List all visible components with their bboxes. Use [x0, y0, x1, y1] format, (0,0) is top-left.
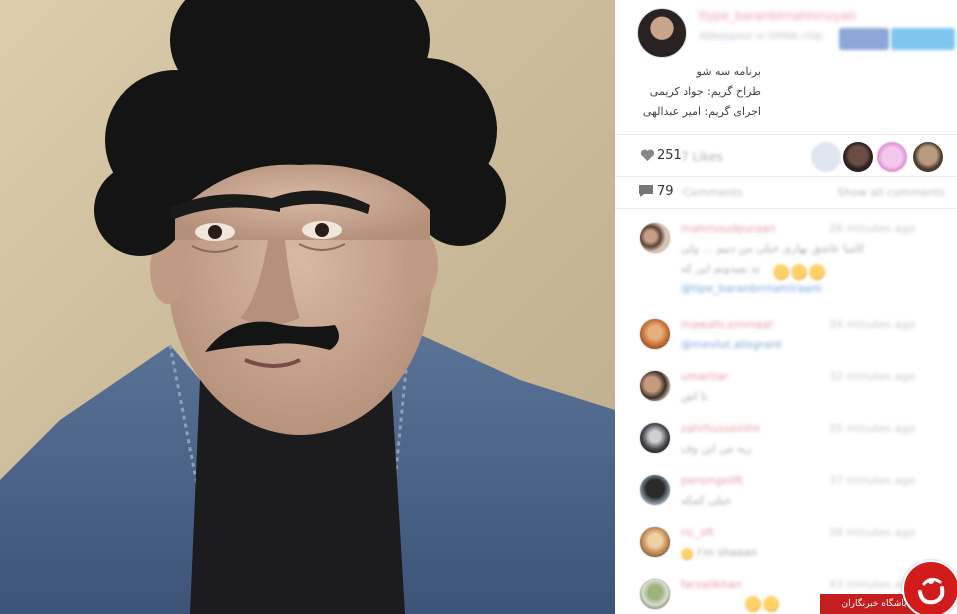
comment-username[interactable]: mawahi.emmaal	[681, 318, 772, 331]
commenter-avatar[interactable]	[639, 318, 671, 350]
commenter-avatar[interactable]	[639, 526, 671, 558]
author-username[interactable]: tlype_baranblrnahhirsiyan	[699, 9, 879, 23]
commenter-avatar[interactable]	[639, 474, 671, 506]
caption-line: اجرای گریم: امیر عبدالهی	[642, 105, 761, 118]
likes-row: 251 7 Likes	[615, 140, 957, 174]
comment-timestamp: 38 minutes ago	[829, 526, 915, 539]
comment-timestamp: 26 minutes ago	[829, 222, 915, 235]
divider	[615, 176, 957, 177]
twitter-share-button[interactable]	[891, 28, 955, 50]
comment-text: کامیا عاشق بهاری خیلی من دنیم ... ولی	[681, 242, 865, 255]
comment-timestamp: 34 minutes ago	[829, 318, 915, 331]
caption-line: طراح گریم: جواد کریمی	[649, 85, 761, 98]
comment-text: خیلی کمکه	[681, 494, 731, 507]
comments-label: Comments	[683, 186, 743, 199]
comments-count: 79	[657, 184, 674, 199]
comment-text: I'm shaaan	[697, 546, 758, 559]
post-photo[interactable]	[0, 0, 615, 614]
logo-glyph-icon	[918, 577, 945, 605]
comment-timestamp: 32 minutes ago	[829, 370, 915, 383]
liker-avatar[interactable]	[913, 142, 943, 172]
liker-avatar[interactable]	[877, 142, 907, 172]
post-caption: برنامه سه شو طراح گریم: جواد کریمی اجرای…	[615, 62, 761, 122]
author-avatar[interactable]	[637, 8, 687, 58]
commenter-avatar[interactable]	[639, 578, 671, 610]
likes-label: 7 Likes	[681, 150, 723, 164]
comment-text: نه نمیدونم این که	[681, 262, 761, 275]
comments-row: 79 Comments Show all comments	[615, 178, 957, 208]
emoji-icon	[681, 548, 693, 560]
portrait-illustration	[0, 0, 615, 614]
divider	[615, 208, 957, 209]
divider	[615, 134, 957, 135]
comment-text[interactable]: @mevlut.alisgrant	[681, 338, 782, 351]
comment-item: persingelift 37 minutes ago خیلی کمکه	[615, 474, 957, 518]
author-subline: Abbaspour sr OHNA chip	[699, 31, 823, 42]
comment-bubble-icon[interactable]	[638, 184, 654, 198]
emoji-icon	[809, 264, 825, 280]
comment-text: تا اش	[681, 390, 708, 403]
commenter-avatar[interactable]	[639, 222, 671, 254]
comment-item: mahmoudpuraan 26 minutes ago کامیا عاشق …	[615, 222, 957, 312]
comment-username[interactable]: farzalikhan	[681, 578, 742, 591]
facebook-share-button[interactable]	[839, 28, 889, 50]
comment-username[interactable]: persingelift	[681, 474, 743, 487]
comment-timestamp: 35 minutes ago	[829, 422, 915, 435]
instagram-post-view: tlype_baranblrnahhirsiyan Abbaspour sr O…	[0, 0, 957, 614]
comment-item: umartiar 32 minutes ago تا اش	[615, 370, 957, 414]
show-all-comments-link[interactable]: Show all comments	[837, 186, 945, 199]
comment-username[interactable]: zahrhusseinhii	[681, 422, 760, 435]
comment-username[interactable]: umartiar	[681, 370, 729, 383]
commenter-avatar[interactable]	[639, 370, 671, 402]
comment-text: زیه من این وف	[681, 442, 752, 455]
commenter-avatar[interactable]	[639, 422, 671, 454]
caption-line: برنامه سه شو	[696, 65, 761, 78]
liker-avatar[interactable]	[843, 142, 873, 172]
watermark-logo	[902, 560, 957, 614]
emoji-icon	[745, 596, 761, 612]
likes-count: 251	[657, 148, 682, 163]
liker-avatar[interactable]	[811, 142, 841, 172]
heart-icon[interactable]	[640, 148, 655, 162]
emoji-icon	[773, 264, 789, 280]
emoji-icon	[763, 596, 779, 612]
comment-timestamp: 37 minutes ago	[829, 474, 915, 487]
comment-item: mawahi.emmaal 34 minutes ago @mevlut.ali…	[615, 318, 957, 362]
comment-mention-link[interactable]: @tipe_baranbrrnahiiraam	[681, 282, 822, 295]
comment-username[interactable]: mahmoudpuraan	[681, 222, 776, 235]
comment-username[interactable]: ric_sft	[681, 526, 714, 539]
emoji-icon	[791, 264, 807, 280]
post-sidebar: tlype_baranblrnahhirsiyan Abbaspour sr O…	[615, 0, 957, 614]
comment-item: zahrhusseinhii 35 minutes ago زیه من این…	[615, 422, 957, 466]
post-header: tlype_baranblrnahhirsiyan Abbaspour sr O…	[615, 0, 957, 58]
